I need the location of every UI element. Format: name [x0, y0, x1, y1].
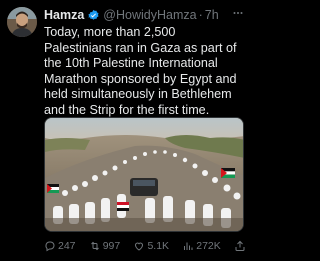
reply-icon	[45, 241, 55, 252]
tweet-media[interactable]	[44, 117, 244, 232]
verified-badge-icon	[88, 9, 99, 20]
retweet-count: 997	[102, 240, 121, 252]
tweet-actions: 247 997 5.1K 272K	[44, 239, 246, 253]
author-handle[interactable]: @HowidyHamza	[103, 7, 196, 23]
more-dots-icon[interactable]	[232, 7, 244, 20]
author-name[interactable]: Hamza	[44, 7, 84, 23]
tweet-time[interactable]: 7h	[205, 7, 219, 23]
reply-button[interactable]: 247	[44, 240, 76, 252]
like-button[interactable]: 5.1K	[133, 240, 169, 252]
share-icon	[235, 240, 245, 251]
views-chart-icon	[184, 242, 193, 250]
reply-count: 247	[58, 240, 76, 252]
avatar[interactable]	[7, 7, 37, 37]
views-button[interactable]: 272K	[182, 240, 221, 252]
like-count: 5.1K	[147, 240, 170, 252]
retweet-button[interactable]: 997	[89, 240, 121, 252]
share-button[interactable]	[234, 240, 246, 252]
retweet-icon	[90, 241, 99, 251]
avatar-image	[7, 7, 37, 37]
header-separator: ·	[198, 8, 203, 22]
tweet-header: Hamza @HowidyHamza · 7h	[44, 7, 246, 23]
media-photo	[45, 118, 243, 231]
tweet-text: Today, more than 2,500 Palestinians ran …	[44, 25, 237, 117]
heart-icon	[135, 242, 144, 251]
views-count: 272K	[196, 240, 221, 252]
